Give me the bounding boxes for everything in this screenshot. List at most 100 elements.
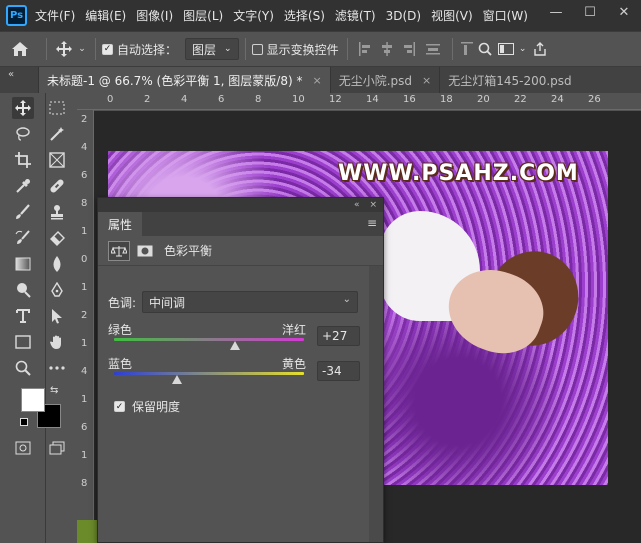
color-balance-icon[interactable]	[108, 240, 130, 261]
properties-panel: « × 属性 ≡ 色彩平衡 色调: 中间调 ⌄ 绿色 洋红 +27 蓝色 黄色 …	[97, 197, 384, 543]
ruler-tick-label: 16	[403, 94, 416, 105]
menu-select[interactable]: 选择(S)	[284, 7, 325, 24]
ruler-tick-label: 1	[81, 282, 88, 293]
minimize-button[interactable]: —	[539, 0, 573, 24]
photoshop-logo: Ps	[6, 5, 27, 26]
align-right-icon[interactable]	[398, 42, 420, 56]
gradient-tool-icon[interactable]	[12, 253, 34, 275]
close-tab-icon[interactable]: ×	[422, 74, 431, 87]
menu-image[interactable]: 图像(I)	[136, 7, 173, 24]
more-tools-icon[interactable]	[46, 357, 68, 379]
marquee-tool-icon[interactable]	[46, 97, 68, 119]
quick-mask-icon[interactable]	[12, 437, 34, 459]
menu-layer[interactable]: 图层(L)	[183, 7, 223, 24]
left-ruler: 24681012141618	[77, 110, 94, 543]
menu-window[interactable]: 窗口(W)	[483, 7, 528, 24]
ruler-tick-label: 2	[144, 94, 151, 105]
preserve-luminosity-checkbox[interactable]: ✓	[114, 401, 125, 412]
collapse-toolbar-icon[interactable]: «	[0, 67, 38, 93]
align-center-icon[interactable]	[376, 42, 398, 56]
blue-yellow-track[interactable]	[114, 372, 304, 375]
swap-colors-icon[interactable]: ⇆	[50, 385, 58, 396]
slider-magenta-label: 洋红	[282, 323, 307, 337]
distribute-icon[interactable]	[420, 42, 446, 56]
tab-document-2[interactable]: 无尘小院.psd ×	[330, 67, 441, 93]
green-magenta-slider-thumb[interactable]	[229, 341, 240, 350]
layer-select-dropdown[interactable]: 图层 ⌄	[185, 38, 239, 60]
move-tool-icon[interactable]	[53, 41, 75, 57]
blue-yellow-value-input[interactable]: -34	[317, 361, 360, 381]
panel-scrollbar[interactable]	[369, 266, 383, 542]
ruler-tick-label: 6	[81, 170, 88, 181]
path-selection-tool-icon[interactable]	[46, 305, 68, 327]
dodge-tool-icon[interactable]	[12, 279, 34, 301]
tone-label: 色调:	[108, 296, 137, 310]
blur-tool-icon[interactable]	[46, 253, 68, 275]
layer-thumbnail-peek	[77, 520, 97, 543]
chevron-down-icon[interactable]: ⌄	[517, 44, 529, 54]
zoom-tool-icon[interactable]	[12, 357, 34, 379]
layer-mask-icon[interactable]	[134, 241, 156, 261]
menu-view[interactable]: 视图(V)	[431, 7, 473, 24]
chevron-down-icon: ⌄	[224, 44, 232, 54]
menu-file[interactable]: 文件(F)	[35, 7, 75, 24]
lasso-tool-icon[interactable]	[12, 123, 34, 145]
close-window-button[interactable]: ✕	[607, 0, 641, 24]
move-tool-icon[interactable]	[12, 97, 34, 119]
ruler-tick-label: 4	[181, 94, 188, 105]
hand-tool-icon[interactable]	[46, 331, 68, 353]
ruler-tick-label: 1	[81, 338, 88, 349]
share-icon[interactable]	[529, 42, 551, 56]
rectangle-tool-icon[interactable]	[12, 331, 34, 353]
history-brush-tool-icon[interactable]	[12, 227, 34, 249]
blue-yellow-slider-thumb[interactable]	[171, 375, 182, 384]
menu-type[interactable]: 文字(Y)	[233, 7, 274, 24]
close-tab-icon[interactable]: ×	[312, 74, 321, 87]
ruler-tick-label: 22	[514, 94, 527, 105]
tone-dropdown[interactable]: 中间调 ⌄	[142, 291, 358, 313]
foreground-color-swatch[interactable]	[21, 388, 45, 412]
clone-stamp-tool-icon[interactable]	[46, 201, 68, 223]
screen-mode-icon[interactable]	[46, 437, 68, 459]
menu-3d[interactable]: 3D(D)	[386, 9, 421, 23]
search-icon[interactable]	[475, 42, 495, 56]
options-separator	[95, 38, 96, 60]
options-separator	[346, 38, 348, 60]
menu-bar: Ps 文件(F) 编辑(E) 图像(I) 图层(L) 文字(Y) 选择(S) 滤…	[0, 0, 641, 31]
frame-tool-icon[interactable]	[46, 149, 68, 171]
workspace-icon[interactable]	[495, 43, 517, 55]
eraser-tool-icon[interactable]	[46, 227, 68, 249]
pen-tool-icon[interactable]	[46, 279, 68, 301]
close-panel-icon[interactable]: ×	[369, 200, 377, 210]
menu-edit[interactable]: 编辑(E)	[85, 7, 126, 24]
tab-properties[interactable]: 属性	[98, 212, 143, 236]
align-top-icon[interactable]	[459, 42, 475, 56]
layer-select-value: 图层	[192, 42, 217, 57]
healing-brush-tool-icon[interactable]	[46, 175, 68, 197]
watermark-text: WWW.PSAHZ.COM	[338, 161, 579, 186]
default-colors-icon[interactable]	[20, 418, 28, 426]
eyedropper-tool-icon[interactable]	[12, 175, 34, 197]
tab-document-1[interactable]: 未标题-1 @ 66.7% (色彩平衡 1, 图层蒙版/8) * ×	[38, 67, 331, 93]
green-magenta-track[interactable]	[114, 338, 304, 341]
ruler-tick-label: 2	[81, 310, 88, 321]
auto-select-checkbox[interactable]: ✓	[102, 43, 113, 55]
options-separator	[451, 38, 453, 60]
adjustment-header: 色彩平衡	[98, 236, 383, 266]
tab-document-3[interactable]: 无尘灯箱145-200.psd	[440, 67, 580, 93]
menu-filter[interactable]: 滤镜(T)	[335, 7, 376, 24]
magic-wand-tool-icon[interactable]	[46, 123, 68, 145]
panel-menu-icon[interactable]: ≡	[367, 216, 377, 230]
home-icon[interactable]	[0, 41, 40, 57]
crop-tool-icon[interactable]	[12, 149, 34, 171]
top-ruler: 0 2 4 6 8 10 12 14 16 18 20 22 24 26	[77, 93, 641, 110]
show-transform-checkbox[interactable]	[251, 43, 263, 55]
collapse-panel-icon[interactable]: «	[354, 200, 360, 210]
chevron-down-icon[interactable]: ⌄	[75, 44, 89, 54]
ruler-tick-label: 8	[255, 94, 262, 105]
green-magenta-value-input[interactable]: +27	[317, 326, 360, 346]
align-left-icon[interactable]	[354, 42, 376, 56]
type-tool-icon[interactable]	[12, 305, 34, 327]
maximize-button[interactable]: ☐	[573, 0, 607, 24]
brush-tool-icon[interactable]	[12, 201, 34, 223]
